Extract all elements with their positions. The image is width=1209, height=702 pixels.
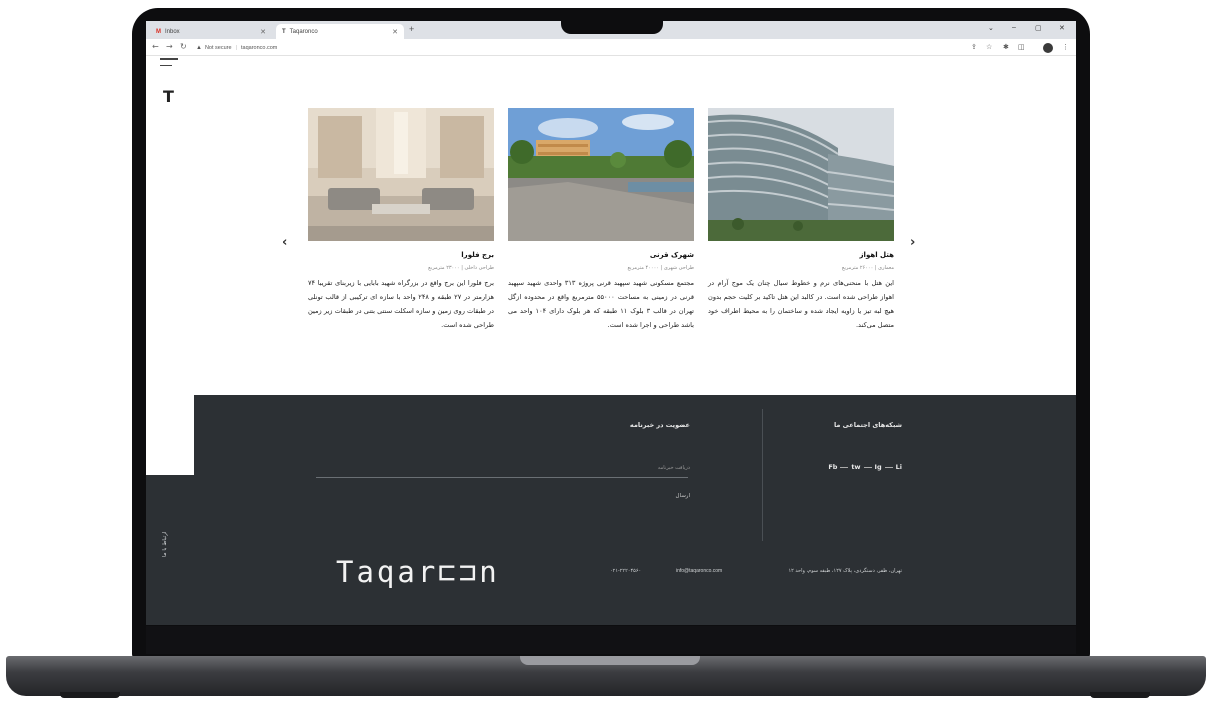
screen: M Inbox ✕ T Taqaronco ✕ + ⌄ – ▢ ✕ ← → ↻ …: [146, 21, 1076, 625]
tab-search-icon[interactable]: ⌄: [988, 24, 994, 32]
footer-email[interactable]: info@taqaronco.com: [676, 568, 722, 574]
send-button[interactable]: ارسال: [676, 493, 690, 499]
linkedin-link[interactable]: Li: [896, 463, 902, 471]
close-window-button[interactable]: ✕: [1059, 24, 1065, 32]
url-separator: |: [235, 44, 237, 51]
hamburger-menu-icon[interactable]: [160, 58, 178, 71]
brand-logo: Taqar⊏⊐n: [336, 555, 500, 589]
minimize-button[interactable]: –: [1012, 24, 1016, 31]
address-bar: ← → ↻ ▲ Not secure | taqaronco.com ⇪ ☆ ✱…: [146, 39, 1076, 56]
site-footer: شبکه‌های اجتماعی ما Fb tw Ig Li عضویت در…: [194, 395, 1076, 625]
reload-icon[interactable]: ↻: [180, 42, 187, 51]
laptop-base-notch: [520, 656, 700, 665]
tab-gmail[interactable]: M Inbox ✕: [150, 24, 272, 39]
project-meta: معماری | ۲۶۰۰۰ مترمربع: [841, 265, 894, 271]
input-underline: [316, 477, 688, 478]
footer-address: تهران، ظفر، دستگردی، پلاک ۱۲۷، طبقه سوم،…: [788, 568, 902, 574]
project-image[interactable]: [508, 108, 694, 241]
instagram-link[interactable]: Ig: [875, 463, 882, 471]
tab-taqaronco[interactable]: T Taqaronco ✕: [276, 24, 404, 39]
footer-phone[interactable]: ۰۲۱-۲۲۲۰۴۵۶۰: [610, 568, 641, 574]
newsletter-heading: عضویت در خبرنامه: [629, 421, 690, 429]
project-title[interactable]: شهرک قرنی: [508, 251, 694, 259]
project-description: مجتمع مسکونی شهید سپهبد قرنی پروژه ۳۱۳ و…: [508, 279, 694, 329]
back-icon[interactable]: ←: [152, 42, 159, 51]
newsletter-email-input[interactable]: دریافت خبرنامه: [658, 465, 690, 471]
bookmark-star-icon[interactable]: ☆: [986, 43, 992, 51]
separator-dash: [840, 466, 849, 468]
profile-avatar[interactable]: [1043, 43, 1053, 53]
chevron-left-icon[interactable]: ‹: [282, 235, 287, 250]
facebook-link[interactable]: Fb: [828, 463, 837, 471]
laptop-foot: [60, 692, 120, 698]
separator-dash: [863, 466, 872, 468]
tab-label: Taqaronco: [289, 28, 318, 35]
url-text: taqaronco.com: [241, 44, 278, 51]
menu-kebab-icon[interactable]: ⋮: [1062, 43, 1069, 51]
maximize-button[interactable]: ▢: [1035, 24, 1042, 32]
project-description: این هتل با منحنی‌های نرم و خطوط سیال چنا…: [708, 279, 894, 329]
url-field[interactable]: ▲ Not secure | taqaronco.com: [196, 42, 956, 53]
project-meta: طراحی شهری | ۴۰۰۰۰ مترمربع: [627, 265, 694, 271]
chevron-right-icon[interactable]: ›: [910, 235, 915, 250]
laptop-foot: [1090, 692, 1150, 698]
project-title[interactable]: هتل اهواز: [708, 251, 894, 259]
gmail-icon: M: [156, 28, 161, 35]
separator-dash: [884, 466, 893, 468]
sidepanel-icon[interactable]: ◫: [1018, 43, 1025, 51]
contact-us-link[interactable]: ارتباط با ما: [162, 519, 176, 569]
project-card[interactable]: شهرک قرنی طراحی شهری | ۴۰۰۰۰ مترمربع مجت…: [508, 108, 694, 332]
twitter-link[interactable]: tw: [851, 463, 860, 471]
project-description: برج فلورا این برج واقع در بزرگراه شهید ب…: [308, 279, 494, 329]
security-label: Not secure: [204, 44, 232, 51]
sidebar: [146, 57, 194, 475]
new-tab-button[interactable]: +: [409, 24, 414, 34]
social-heading: شبکه‌های اجتماعی ما: [833, 421, 902, 429]
project-image[interactable]: [308, 108, 494, 241]
social-links: Fb tw Ig Li: [828, 463, 902, 471]
forward-icon[interactable]: →: [166, 42, 173, 51]
camera-notch: [561, 8, 663, 34]
site-logo[interactable]: T: [163, 87, 174, 106]
extensions-icon[interactable]: ✱: [1003, 43, 1009, 51]
project-card[interactable]: برج فلورا طراحی داخلی | ۲۳۰۰۰ مترمربع بر…: [308, 108, 494, 332]
site-favicon-icon: T: [282, 28, 286, 35]
footer-divider: [762, 409, 763, 541]
project-title[interactable]: برج فلورا: [308, 251, 494, 259]
warning-icon: ▲: [196, 44, 202, 51]
project-card[interactable]: هتل اهواز معماری | ۲۶۰۰۰ مترمربع این هتل…: [708, 108, 894, 332]
laptop-chin: [146, 626, 1076, 654]
tab-label: Inbox: [165, 28, 180, 35]
close-tab-icon[interactable]: ✕: [260, 28, 266, 36]
close-tab-icon[interactable]: ✕: [392, 28, 398, 36]
project-image[interactable]: [708, 108, 894, 241]
share-icon[interactable]: ⇪: [971, 43, 977, 51]
project-meta: طراحی داخلی | ۲۳۰۰۰ مترمربع: [428, 265, 494, 271]
